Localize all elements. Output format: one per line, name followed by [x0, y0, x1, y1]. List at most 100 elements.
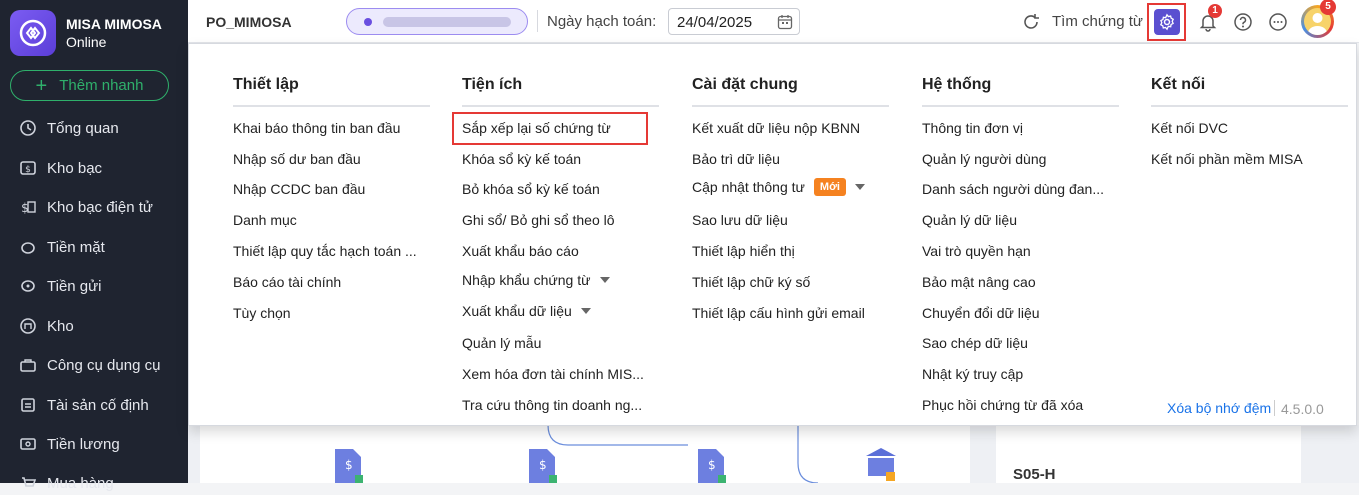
menu-item[interactable]: Quản lý dữ liệu [922, 212, 1017, 228]
dashboard-background [188, 425, 1359, 483]
sidebar-item-label: Tài sản cố định [47, 396, 149, 414]
menu-item[interactable]: Kết nối phần mềm MISA [1151, 151, 1303, 167]
document-icon: $ [333, 447, 363, 483]
version-label: 4.5.0.0 [1281, 401, 1324, 417]
gear-icon [1159, 13, 1174, 31]
menu-item[interactable]: Danh mục [233, 212, 297, 228]
divider [537, 10, 538, 32]
menu-item[interactable]: Thiết lập cấu hình gửi email [692, 305, 865, 321]
help-button[interactable] [1233, 12, 1253, 35]
sidebar-item-label: Tổng quan [47, 119, 119, 137]
more-button[interactable] [1268, 12, 1288, 35]
cash-icon [18, 237, 38, 257]
warehouse-icon [18, 316, 38, 336]
sidebar-item-tai-san-co-dinh[interactable]: Tài sản cố định [18, 393, 149, 417]
menu-item[interactable]: Khóa sổ kỳ kế toán [462, 151, 581, 167]
help-icon [1234, 13, 1252, 31]
menu-item[interactable]: Xem hóa đơn tài chính MIS... [462, 366, 644, 382]
menu-item[interactable]: Tra cứu thông tin doanh ng... [462, 397, 642, 413]
menu-item[interactable]: Chuyển đổi dữ liệu [922, 305, 1040, 321]
menu-item[interactable]: Danh sách người dùng đan... [922, 181, 1104, 197]
sidebar-item-kho-bac[interactable]: $ Kho bạc [18, 156, 102, 180]
sidebar-item-tien-luong[interactable]: Tiền lương [18, 432, 120, 456]
unit-selector[interactable] [346, 8, 528, 35]
notification-button[interactable]: 1 [1198, 4, 1222, 35]
app-name: MISA MIMOSA [66, 16, 162, 32]
document-icon: $ [696, 447, 726, 483]
more-icon [1269, 13, 1287, 31]
plus-icon: + [35, 74, 48, 97]
menu-item[interactable]: Thiết lập quy tắc hạch toán ... [233, 243, 417, 259]
purchase-icon [18, 473, 38, 493]
sidebar-item-label: Tiền lương [47, 435, 120, 453]
divider [692, 105, 889, 107]
database-name: PO_MIMOSA [206, 14, 292, 30]
divider [462, 105, 659, 107]
menu-item[interactable]: Bảo trì dữ liệu [692, 151, 780, 167]
report-code: S05-H [1013, 466, 1056, 483]
menu-item[interactable]: Sao lưu dữ liệu [692, 212, 788, 228]
sidebar-item-label: Kho bạc điện tử [47, 198, 153, 216]
deposit-icon [18, 276, 38, 296]
sidebar-item-kho-bac-dien-tu[interactable]: $ Kho bạc điện tử [18, 195, 153, 219]
menu-item[interactable]: Tùy chọn [233, 305, 291, 321]
menu-item[interactable]: Thiết lập chữ ký số [692, 274, 810, 290]
bank-icon [864, 446, 898, 482]
menu-item[interactable]: Phục hồi chứng từ đã xóa [922, 397, 1083, 413]
menu-item[interactable]: Kết xuất dữ liệu nộp KBNN [692, 120, 860, 136]
svg-text:$: $ [708, 458, 716, 472]
brand[interactable]: MISA MIMOSA Online [10, 10, 162, 56]
accounting-date-field[interactable]: 24/04/2025 [668, 8, 800, 35]
menu-item[interactable]: Thiết lập hiển thị [692, 243, 795, 259]
sidebar-item-label: Công cụ dụng cụ [47, 356, 161, 374]
menu-item[interactable]: Sao chép dữ liệu [922, 335, 1028, 351]
sidebar-item-cong-cu-dung-cu[interactable]: Công cụ dụng cụ [18, 353, 160, 377]
sidebar-item-tien-gui[interactable]: Tiền gửi [18, 274, 102, 298]
misa-logo-icon [10, 10, 56, 56]
quick-add-button[interactable]: + Thêm nhanh [10, 70, 169, 101]
menu-item[interactable]: Thông tin đơn vị [922, 120, 1023, 136]
svg-text:$: $ [25, 165, 31, 175]
menu-item-label: Nhập khẩu chứng từ [462, 272, 591, 288]
search-document-icon[interactable] [1020, 11, 1042, 36]
menu-item-reorder-vouchers[interactable]: Sắp xếp lại số chứng từ [462, 120, 611, 136]
sidebar-item-label: Kho bạc [47, 159, 103, 177]
menu-item[interactable]: Vai trò quyền hạn [922, 243, 1031, 259]
menu-item[interactable]: Nhập CCDC ban đầu [233, 181, 365, 197]
sidebar-item-mua-hang[interactable]: Mua hàng [18, 471, 114, 495]
menu-item[interactable]: Khai báo thông tin ban đầu [233, 120, 400, 136]
menu-item[interactable]: Xuất khẩu báo cáo [462, 243, 579, 259]
menu-item[interactable]: Nhật ký truy cập [922, 366, 1023, 382]
menu-item[interactable]: Nhập số dư ban đầu [233, 151, 361, 167]
menu-item[interactable]: Báo cáo tài chính [233, 274, 341, 290]
sidebar-item-tien-mat[interactable]: Tiền mặt [18, 235, 105, 259]
sidebar-item-label: Tiền mặt [47, 238, 105, 256]
sidebar-item-kho[interactable]: Kho [18, 314, 74, 338]
clock-icon [18, 118, 38, 138]
menu-item[interactable]: Bỏ khóa sổ kỳ kế toán [462, 181, 600, 197]
search-document-button[interactable]: Tìm chứng từ [1052, 13, 1143, 30]
menu-item[interactable]: Quản lý người dùng [922, 151, 1046, 167]
menu-item[interactable]: Kết nối DVC [1151, 120, 1228, 136]
menu-item-update-circular[interactable]: Cập nhật thông tư Mới [692, 178, 865, 196]
avatar[interactable]: 5 [1301, 0, 1336, 38]
menu-item-import-vouchers[interactable]: Nhập khẩu chứng từ [462, 272, 610, 288]
sidebar-item-label: Tiền gửi [47, 277, 102, 295]
menu-item[interactable]: Bảo mật nâng cao [922, 274, 1036, 290]
settings-button[interactable] [1153, 9, 1180, 35]
calendar-icon[interactable] [776, 13, 794, 35]
menu-item-label: Cập nhật thông tư [692, 179, 805, 195]
clear-cache-link[interactable]: Xóa bộ nhớ đệm [1167, 400, 1271, 416]
menu-item[interactable]: Ghi sổ/ Bỏ ghi sổ theo lô [462, 212, 615, 228]
new-badge: Mới [813, 178, 846, 196]
sidebar-item-label: Mua hàng [47, 474, 114, 492]
menu-item[interactable]: Quản lý mẫu [462, 335, 541, 351]
settings-highlight [1147, 3, 1186, 41]
menu-item-export-data[interactable]: Xuất khẩu dữ liệu [462, 303, 591, 319]
notification-count-badge: 1 [1208, 4, 1222, 18]
app-edition: Online [66, 34, 107, 50]
column-title-ket-noi: Kết nối [1151, 76, 1206, 93]
chevron-down-icon [580, 308, 591, 314]
sidebar-item-tong-quan[interactable]: Tổng quan [18, 116, 119, 140]
sidebar: MISA MIMOSA Online + Thêm nhanh Tổng qua… [0, 0, 188, 492]
